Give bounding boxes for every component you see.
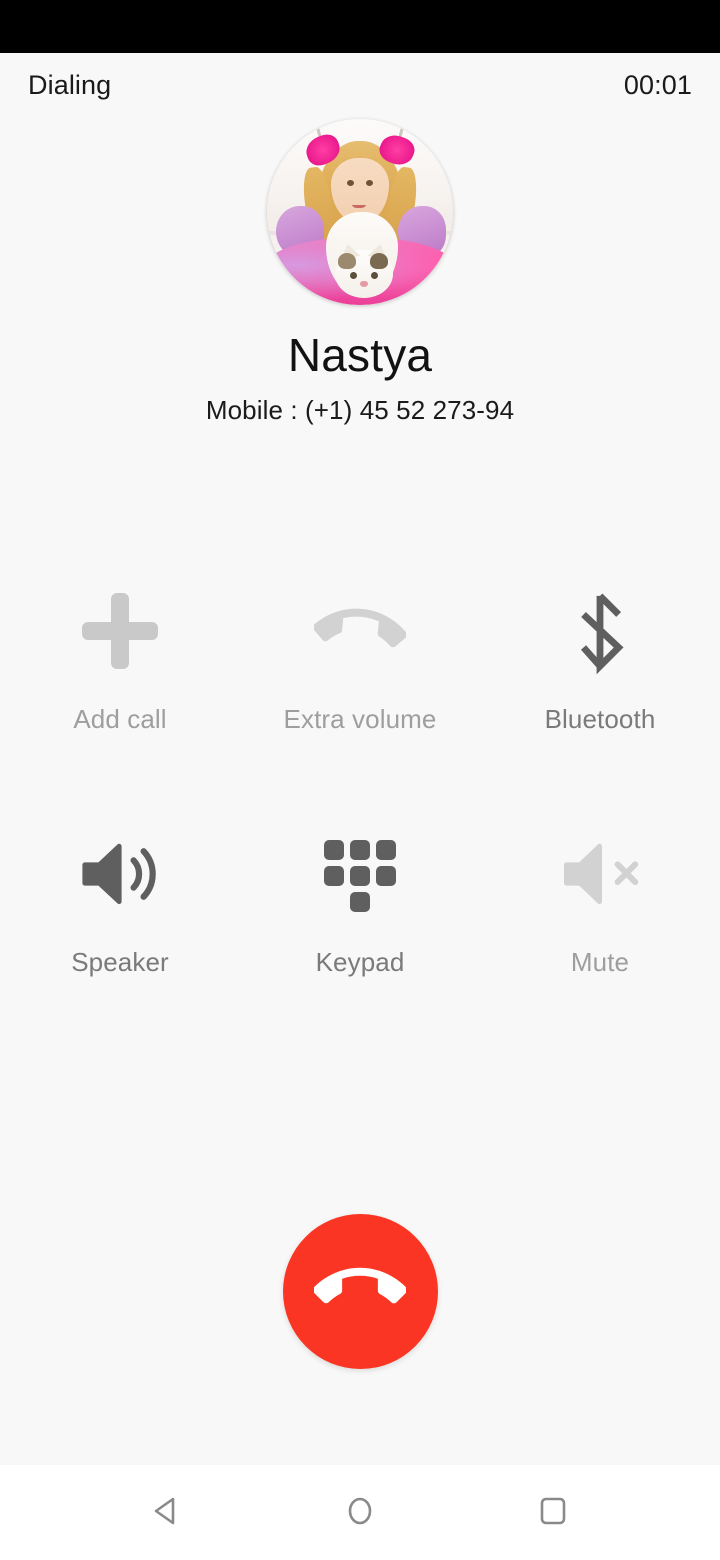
avatar-cat-eye-left: [350, 271, 358, 279]
control-label-extra-volume: Extra volume: [283, 704, 437, 735]
control-speaker[interactable]: Speaker: [0, 819, 240, 978]
control-add-call[interactable]: Add call: [0, 576, 240, 735]
avatar-cat-body: [326, 211, 398, 299]
avatar-cat-patch-right: [370, 253, 389, 270]
nav-home-button[interactable]: [312, 1465, 408, 1560]
end-call-button[interactable]: [282, 1214, 438, 1369]
end-call-area: [0, 978, 720, 1465]
control-label-bluetooth: Bluetooth: [544, 704, 656, 735]
navigation-bar: [0, 1465, 720, 1560]
recents-square-icon: [531, 1489, 575, 1536]
contact-number: Mobile : (+1) 45 52 273-94: [205, 395, 515, 426]
avatar-photo: [267, 119, 453, 305]
handset-icon: [305, 576, 415, 686]
status-bar: [0, 0, 720, 53]
avatar-cat-patch-left: [338, 253, 357, 270]
nav-recents-button[interactable]: [505, 1465, 601, 1560]
control-label-keypad: Keypad: [315, 947, 405, 978]
bluetooth-icon: [545, 576, 655, 686]
avatar-mouth: [351, 200, 366, 209]
avatar-cat-eye-right: [370, 271, 378, 279]
avatar: [267, 119, 453, 305]
avatar-cat-nose: [360, 280, 368, 287]
contact-block: Nastya Mobile : (+1) 45 52 273-94: [0, 117, 720, 426]
control-keypad[interactable]: Keypad: [240, 819, 480, 978]
plus-icon: [65, 576, 175, 686]
nav-back-button[interactable]: [119, 1465, 215, 1560]
dialpad-icon: [305, 819, 415, 929]
speaker-icon: [65, 819, 175, 929]
control-label-mute: Mute: [570, 947, 630, 978]
control-label-speaker: Speaker: [71, 947, 169, 978]
contact-name: Nastya: [287, 329, 433, 381]
mute-icon: [545, 819, 655, 929]
call-timer: 00:01: [623, 69, 692, 100]
avatar-eye-left: [347, 179, 355, 186]
avatar-eye-right: [365, 179, 373, 186]
control-label-add-call: Add call: [73, 704, 167, 735]
home-circle-icon: [338, 1489, 382, 1536]
control-bluetooth[interactable]: Bluetooth: [480, 576, 720, 735]
call-state-label: Dialing: [28, 69, 112, 100]
back-triangle-icon: [145, 1489, 189, 1536]
call-header: Dialing 00:01: [0, 53, 720, 117]
end-call-icon: [312, 1244, 408, 1339]
control-extra-volume[interactable]: Extra volume: [240, 576, 480, 735]
control-mute[interactable]: Mute: [480, 819, 720, 978]
call-controls-grid: Add call Extra volume Bluetooth Speaker …: [0, 576, 720, 978]
in-call-screen: Dialing 00:01 Nastya Mobile: (+1) 45 52…: [0, 0, 720, 1560]
